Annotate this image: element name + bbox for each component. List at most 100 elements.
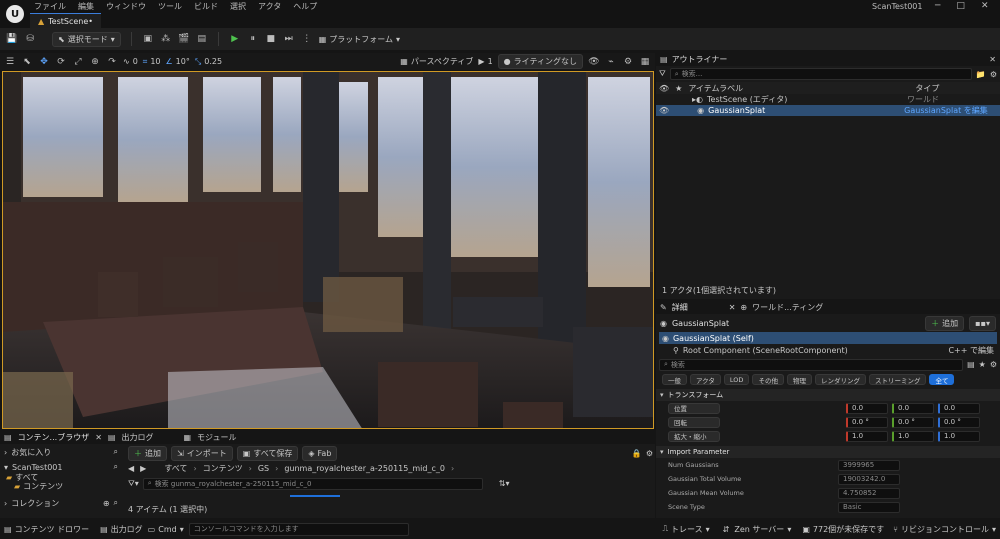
close-icon[interactable]: ✕ [981,1,989,11]
visibility-icon[interactable]: 👁 [659,106,669,115]
param-value[interactable]: Basic [838,501,900,513]
camera-speed[interactable]: ▶ 1 [478,57,492,66]
level-tab[interactable]: ▲ TestScene• [30,13,102,28]
import-section-header[interactable]: ▾ Import Parameter [656,446,1000,458]
transform-z-field[interactable]: 0.0 ° [938,416,980,428]
output-log-button[interactable]: ▤ 出力ログ [100,524,143,535]
menu-tools[interactable]: ツール [158,1,182,12]
asset-tile-highlight[interactable] [290,495,340,497]
lighting-button[interactable]: ● ライティングなし [497,54,583,69]
stop-icon[interactable]: ■ [265,33,277,45]
path-folder[interactable]: gunma_royalchester_a-250115_mid_c_0 [284,464,445,473]
world-space-icon[interactable]: ⊕ [89,56,101,68]
table-icon[interactable]: ▤ [967,360,975,369]
transform-label[interactable]: 拡大・縮小 [668,430,720,442]
source-control-icon[interactable]: ⛁ [24,33,36,45]
pause-icon[interactable]: ⏸ [247,33,259,45]
play-options-icon[interactable]: ⏭ [283,33,295,45]
outliner-row-type[interactable]: GaussianSplat を編集 [904,105,988,116]
add-collection-icon[interactable]: ⊕ [103,499,110,508]
minimize-icon[interactable]: ─ [935,1,940,11]
platform-button[interactable]: ▦ プラットフォーム ▾ [319,34,400,45]
filter-lod[interactable]: LOD [723,374,750,385]
details-search-input[interactable]: ⌕ 検索 [659,358,964,371]
transform-label[interactable]: 回転 [668,416,720,428]
search-icon[interactable]: ⌕ [114,447,118,457]
transform-z-field[interactable]: 0.0 [938,402,980,414]
menu-select[interactable]: 選択 [230,1,246,12]
show-icon[interactable]: 👁 [588,56,600,68]
transform-x-field[interactable]: 1.0 [846,430,888,442]
transform-x-field[interactable]: 0.0 ° [846,416,888,428]
play-icon[interactable]: ▶ [229,33,241,45]
filter-icon[interactable]: ⛛▾ [128,479,139,489]
perspective-button[interactable]: ▦ パースペクティブ [400,56,473,67]
revision-control-button[interactable]: ⑂ リビジョンコントロール ▾ [893,524,996,535]
layout-icon[interactable]: ▦ [639,56,651,68]
col-label[interactable]: アイテムラベル [688,83,909,94]
filter-rendering[interactable]: レンダリング [814,374,866,385]
settings-icon[interactable]: ⚙ [646,449,653,458]
menu-window[interactable]: ウィンドウ [106,1,146,12]
console-input[interactable]: コンソールコマンドを入力します [188,522,409,536]
viewport-menu-icon[interactable]: ☰ [4,56,16,68]
transform-label[interactable]: 位置 [668,402,720,414]
outliner-row[interactable]: ▸◐ TestScene (エディタ) ワールド [656,94,1000,105]
settings-icon[interactable]: ⚙ [990,70,997,79]
import-button[interactable]: ⇲ インポート [171,446,233,461]
path-all[interactable]: すべて [164,463,187,474]
filter-all[interactable]: 全て [929,374,955,385]
derived-data-button[interactable]: ⇵ [723,525,730,534]
outliner-row-selected[interactable]: 👁 ◉ GaussianSplat GaussianSplat を編集 [656,105,1000,116]
path-gs[interactable]: GS [258,464,269,473]
component-self[interactable]: ◉ GaussianSplat (Self) [659,332,997,344]
grid-snap[interactable]: ⌗ 10 [143,57,161,67]
angle-snap[interactable]: ∿ 0 [123,57,138,66]
save-icon[interactable]: 💾 [6,33,18,45]
close-icon[interactable]: ✕ [989,55,996,64]
cmd-button[interactable]: ▭ Cmd ▾ [148,525,184,534]
filter-streaming[interactable]: ストリーミング [868,374,927,385]
sort-icon[interactable]: ⇅▾ [499,479,510,488]
tab-output-log[interactable]: 出力ログ [121,432,153,443]
col-type[interactable]: タイプ [915,83,939,94]
star-icon[interactable]: ★ [979,360,986,369]
add-component-button[interactable]: ＋ 追加 [925,315,965,331]
transform-x-field[interactable]: 0.0 [846,402,888,414]
tab-world-settings[interactable]: ワールド...ティング [752,302,823,313]
unsaved-button[interactable]: ▣ 772個が未保存です [802,524,884,535]
menu-actor[interactable]: アクタ [258,1,281,12]
tab-modules[interactable]: モジュール [197,432,236,443]
mode-select[interactable]: ⬉ 選択モード ▾ [52,31,121,47]
param-value[interactable]: 19003242.0 [838,473,900,485]
menu-help[interactable]: ヘルプ [293,1,317,12]
param-value[interactable]: 4.750852 [838,487,900,499]
content-drawer-button[interactable]: ▤ コンテンツ ドロワー [4,524,89,535]
menu-file[interactable]: ファイル [34,1,66,12]
viewport[interactable] [2,71,654,429]
param-value[interactable]: 3999965 [838,459,900,471]
transform-y-field[interactable]: 0.0 ° [892,416,934,428]
more-icon[interactable]: ⋮ [301,33,313,45]
fab-button[interactable]: ◈ Fab [302,446,338,461]
maximize-icon[interactable]: □ [956,1,965,11]
menu-build[interactable]: ビルド [194,1,218,12]
filter-actor[interactable]: アクタ [690,374,721,385]
surface-snap-icon[interactable]: ↷ [106,56,118,68]
transform-z-field[interactable]: 1.0 [938,430,980,442]
save-all-button[interactable]: ▣ すべて保存 [236,446,299,461]
content-search-input[interactable]: ⌕ 検索 gunma_royalchester_a-250115_mid_c_0 [142,477,483,490]
settings-icon[interactable]: ⚙ [622,56,634,68]
outliner-search-input[interactable]: ⌕ 検索... [669,68,972,80]
forward-icon[interactable]: ▶ [140,464,146,473]
collections-row[interactable]: › コレクション ⊕ ⌕ [0,497,122,509]
blueprint-button[interactable]: ▪▪▾ [969,315,996,331]
close-icon[interactable]: ✕ [729,303,736,312]
zen-server-button[interactable]: Zen サーバー ▾ [734,524,791,535]
tree-content[interactable]: ▰ コンテンツ [0,482,122,491]
rotate-tool-icon[interactable]: ⟳ [55,56,67,68]
transform-y-field[interactable]: 0.0 [892,402,934,414]
settings-icon[interactable]: ⚙ [990,360,997,369]
edit-cpp-link[interactable]: C++ で編集 [948,345,994,356]
path-content[interactable]: コンテンツ [203,463,243,474]
